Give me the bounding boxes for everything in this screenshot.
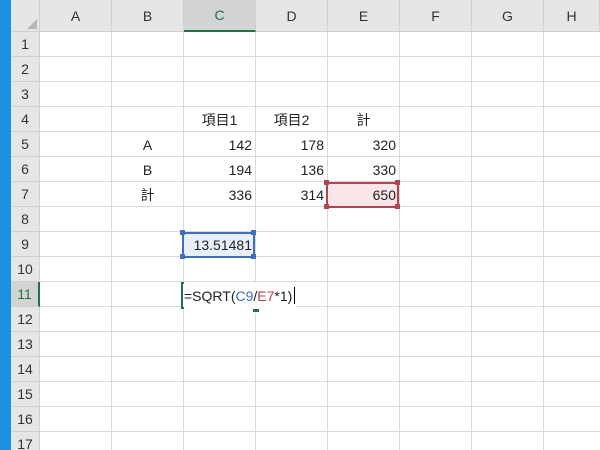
row-header-14[interactable]: 14 <box>11 357 40 382</box>
cell-c7[interactable]: 336 <box>184 182 255 207</box>
column-header-f[interactable]: F <box>400 0 472 32</box>
cell-d7[interactable]: 314 <box>256 182 327 207</box>
column-header-b[interactable]: B <box>112 0 184 32</box>
cell-e4[interactable]: 計 <box>328 107 399 132</box>
cell-b6[interactable]: B <box>112 157 183 182</box>
row-header-7[interactable]: 7 <box>11 182 40 207</box>
spreadsheet-grid[interactable]: A B C D E F G H 1 2 3 4 5 6 7 8 9 10 11 … <box>11 0 600 450</box>
text-cursor <box>294 287 296 304</box>
gridline <box>327 32 328 450</box>
gridline <box>40 356 600 357</box>
gridline <box>471 32 472 450</box>
column-header-a[interactable]: A <box>40 0 112 32</box>
gridline <box>40 331 600 332</box>
cell-b5[interactable]: A <box>112 132 183 157</box>
row-header-1[interactable]: 1 <box>11 32 40 57</box>
gridline <box>399 32 400 450</box>
row-header-8[interactable]: 8 <box>11 207 40 232</box>
gridline <box>40 431 600 432</box>
formula-suffix: *1) <box>274 287 293 304</box>
row-header-10[interactable]: 10 <box>11 257 40 282</box>
gridline <box>40 56 600 57</box>
gridline <box>40 81 600 82</box>
row-header-11[interactable]: 11 <box>11 282 40 307</box>
row-header-13[interactable]: 13 <box>11 332 40 357</box>
row-header-2[interactable]: 2 <box>11 57 40 82</box>
gridline <box>40 406 600 407</box>
cell-e6[interactable]: 330 <box>328 157 399 182</box>
gridline <box>111 32 112 450</box>
gridline <box>40 381 600 382</box>
gridline <box>543 32 544 450</box>
cell-e7[interactable]: 650 <box>328 182 399 207</box>
gridline <box>255 32 256 450</box>
row-header-16[interactable]: 16 <box>11 407 40 432</box>
cell-c4[interactable]: 項目1 <box>184 107 255 132</box>
cell-d5[interactable]: 178 <box>256 132 327 157</box>
row-header-12[interactable]: 12 <box>11 307 40 332</box>
gridline <box>40 281 600 282</box>
gridline <box>40 256 600 257</box>
column-header-h[interactable]: H <box>544 0 600 32</box>
row-header-4[interactable]: 4 <box>11 107 40 132</box>
column-header-g[interactable]: G <box>472 0 544 32</box>
cell-d6[interactable]: 136 <box>256 157 327 182</box>
cell-b7[interactable]: 計 <box>112 182 183 207</box>
formula-reference-c9: C9 <box>235 287 254 304</box>
column-header-d[interactable]: D <box>256 0 328 32</box>
row-header-15[interactable]: 15 <box>11 382 40 407</box>
column-header-e[interactable]: E <box>328 0 400 32</box>
gridline <box>40 306 600 307</box>
window-edge <box>0 0 11 450</box>
row-header-6[interactable]: 6 <box>11 157 40 182</box>
cell-d4[interactable]: 項目2 <box>256 107 327 132</box>
row-header-3[interactable]: 3 <box>11 82 40 107</box>
row-header-17[interactable]: 17 <box>11 432 40 450</box>
row-header-5[interactable]: 5 <box>11 132 40 157</box>
row-header-9[interactable]: 9 <box>11 232 40 257</box>
formula-prefix: =SQRT( <box>184 287 236 304</box>
select-all-corner[interactable] <box>11 0 40 32</box>
column-header-c[interactable]: C <box>184 0 256 32</box>
cell-e5[interactable]: 320 <box>328 132 399 157</box>
formula-reference-e7: E7 <box>257 287 275 304</box>
cell-c5[interactable]: 142 <box>184 132 255 157</box>
cell-c11-formula-editor[interactable]: =SQRT(C9/E7 *1) <box>184 282 297 309</box>
cell-c9[interactable]: 13.51481 <box>184 232 255 257</box>
gridline <box>40 231 600 232</box>
cell-c6[interactable]: 194 <box>184 157 255 182</box>
